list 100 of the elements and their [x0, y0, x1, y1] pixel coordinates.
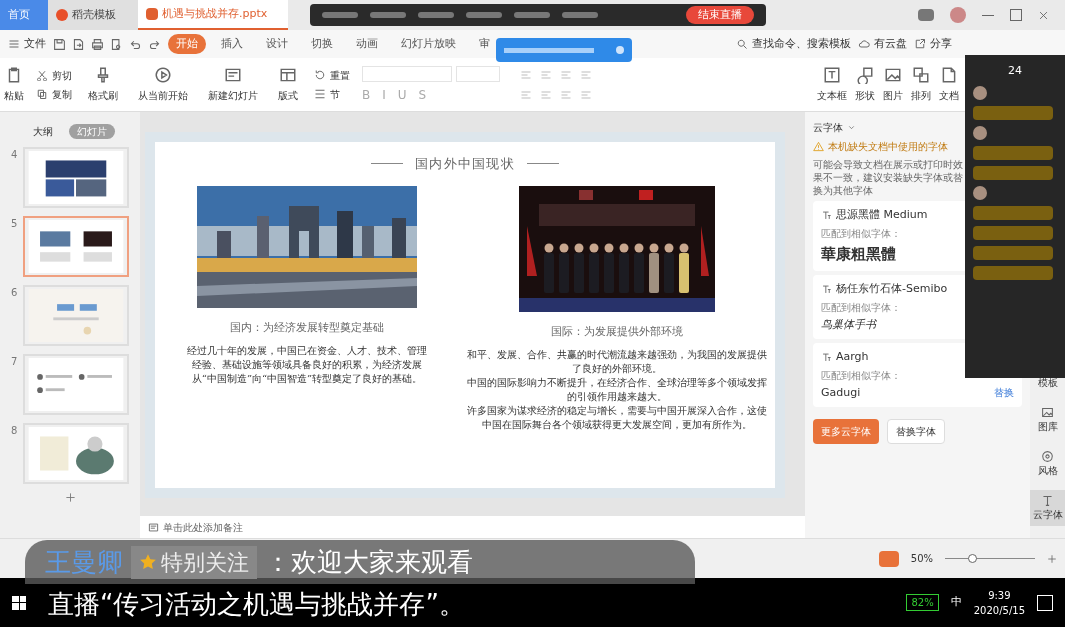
cloud-icon — [858, 38, 870, 50]
ribbon-tab[interactable]: 幻灯片放映 — [393, 33, 464, 55]
avatar-icon[interactable] — [950, 7, 966, 23]
side-tool[interactable]: 风格 — [1030, 446, 1065, 482]
file-menu[interactable]: 文件 — [24, 35, 46, 53]
image-caption: 国内：为经济发展转型奠定基础 — [230, 319, 384, 336]
font-name: 思源黑體 Medium — [836, 207, 928, 223]
toolbar-icon[interactable] — [322, 12, 358, 18]
match-label: 匹配到相似字体： — [821, 226, 901, 241]
toolbar-icon[interactable] — [514, 12, 550, 18]
document-icon — [940, 66, 958, 84]
ribbon-button[interactable]: 重置 — [314, 67, 350, 83]
ribbon-button[interactable]: 格式刷 — [84, 66, 122, 103]
export-icon — [72, 37, 85, 51]
share-button[interactable]: 分享 — [930, 35, 952, 53]
slide-paragraph: 和平、发展、合作、共赢的时代潮流越来越强劲，为我国的发展提供了良好的外部环境。 — [467, 348, 767, 376]
end-live-button[interactable]: 结束直播 — [686, 6, 754, 24]
ribbon-tab[interactable]: 动画 — [348, 33, 386, 55]
image-icon — [1041, 406, 1054, 419]
font-name: Aargh — [836, 349, 869, 365]
viewer-count: 24 — [1007, 63, 1023, 79]
ribbon-button[interactable]: 版式 — [274, 66, 302, 103]
align-icon — [560, 88, 572, 101]
close-icon — [1038, 9, 1049, 21]
search-command[interactable]: 查找命令、搜索模板 — [752, 35, 851, 53]
toolbar-icon[interactable] — [466, 12, 502, 18]
notes-icon — [148, 521, 159, 533]
matched-font[interactable]: 鸟巢体手书 — [821, 316, 876, 333]
ribbon-button[interactable]: 粘贴 — [4, 66, 24, 103]
add-icon — [64, 492, 76, 503]
font-size-field[interactable] — [456, 65, 500, 82]
shapes-icon — [856, 66, 874, 84]
maximize-icon[interactable] — [1010, 9, 1022, 21]
close-icon[interactable] — [616, 46, 624, 54]
arrange-icon — [912, 66, 930, 84]
play-icon — [154, 66, 172, 84]
ribbon-button[interactable]: 节 — [314, 86, 350, 102]
ribbon-button[interactable]: 新建幻灯片 — [204, 66, 262, 103]
avatar-icon — [973, 185, 987, 200]
ribbon-button[interactable]: 图片 — [883, 66, 903, 103]
slide-number: 5 — [11, 217, 19, 231]
ribbon-button[interactable]: 文档 — [939, 66, 959, 103]
align-icon — [540, 88, 552, 101]
matched-font[interactable]: Gadugi — [821, 384, 861, 401]
ribbon-button[interactable]: 剪切 — [36, 67, 72, 83]
toolbar-icon[interactable] — [562, 12, 598, 18]
play-button[interactable] — [878, 550, 899, 567]
panel-tab[interactable]: 大纲 — [25, 124, 61, 139]
font-icon — [821, 283, 832, 295]
replace-link[interactable]: 替换 — [994, 385, 1014, 401]
matched-font[interactable]: 華康粗黑體 — [821, 242, 896, 265]
ribbon-tab[interactable]: 插入 — [213, 33, 251, 55]
match-label: 匹配到相似字体： — [821, 368, 901, 383]
notes-placeholder[interactable]: 单击此处添加备注 — [163, 519, 243, 535]
ribbon-button[interactable]: 复制 — [36, 86, 72, 102]
avatar-icon — [973, 85, 987, 100]
caret-icon — [847, 123, 856, 132]
side-tool[interactable]: 云字体 — [1030, 490, 1065, 526]
cloud-button[interactable]: 有云盘 — [874, 35, 907, 53]
ribbon-button[interactable]: 形状 — [855, 66, 875, 103]
align-icon — [540, 68, 552, 81]
match-label: 匹配到相似字体： — [821, 300, 901, 315]
presentation-icon — [146, 8, 158, 20]
align-icon — [580, 88, 592, 101]
document-tab[interactable]: 机遇与挑战并存.pptx — [138, 0, 288, 30]
battery-indicator[interactable]: 82% — [906, 594, 939, 611]
ribbon-button[interactable]: 排列 — [911, 66, 931, 103]
section-icon — [314, 88, 326, 100]
clock-date[interactable]: 2020/5/15 — [973, 602, 1025, 618]
share-icon — [914, 38, 926, 50]
toolbar-icon[interactable] — [370, 12, 406, 18]
toolbar-icon[interactable] — [418, 12, 454, 18]
ribbon-tab[interactable]: 设计 — [258, 33, 296, 55]
menu-icon — [8, 38, 20, 50]
slider-thumb[interactable] — [967, 554, 977, 563]
slide-paragraph: 许多国家为谋求经济的稳定与增长，需要与中国开展深入合作，这使中国在国际舞台各个领域获得更大发展空间，更加有所作为。 — [467, 404, 767, 432]
notification-icon[interactable] — [1037, 594, 1053, 611]
input-method[interactable]: 中 — [950, 594, 962, 611]
ribbon-button[interactable]: 文本框 — [817, 66, 847, 103]
printer-icon — [91, 37, 104, 51]
zoom-slider[interactable] — [945, 554, 1035, 563]
ribbon-button[interactable]: 从当前开始 — [134, 66, 192, 103]
tab-label: 机遇与挑战并存.pptx — [162, 5, 268, 22]
window-icon[interactable] — [918, 9, 934, 21]
save-icon — [53, 37, 66, 51]
ribbon-tab[interactable]: 切换 — [303, 33, 341, 55]
tab-label: 首页 — [8, 6, 30, 23]
warning-text: 本机缺失文档中使用的字体 — [828, 140, 948, 154]
panel-button[interactable]: 替换字体 — [887, 419, 945, 444]
side-tool[interactable]: 图库 — [1030, 402, 1065, 438]
minimize-icon[interactable] — [982, 14, 994, 16]
copy-icon — [36, 88, 48, 100]
windows-icon[interactable] — [12, 595, 26, 610]
ribbon-tab[interactable]: 审 — [471, 33, 498, 55]
panel-title[interactable]: 云字体 — [813, 120, 843, 135]
align-icon — [580, 68, 592, 81]
clock-time[interactable]: 9:39 — [988, 587, 1011, 603]
document-tab[interactable]: 稻壳模板 — [48, 0, 138, 30]
font-name-field[interactable] — [362, 65, 452, 82]
zoom-level[interactable]: 50% — [910, 551, 933, 566]
